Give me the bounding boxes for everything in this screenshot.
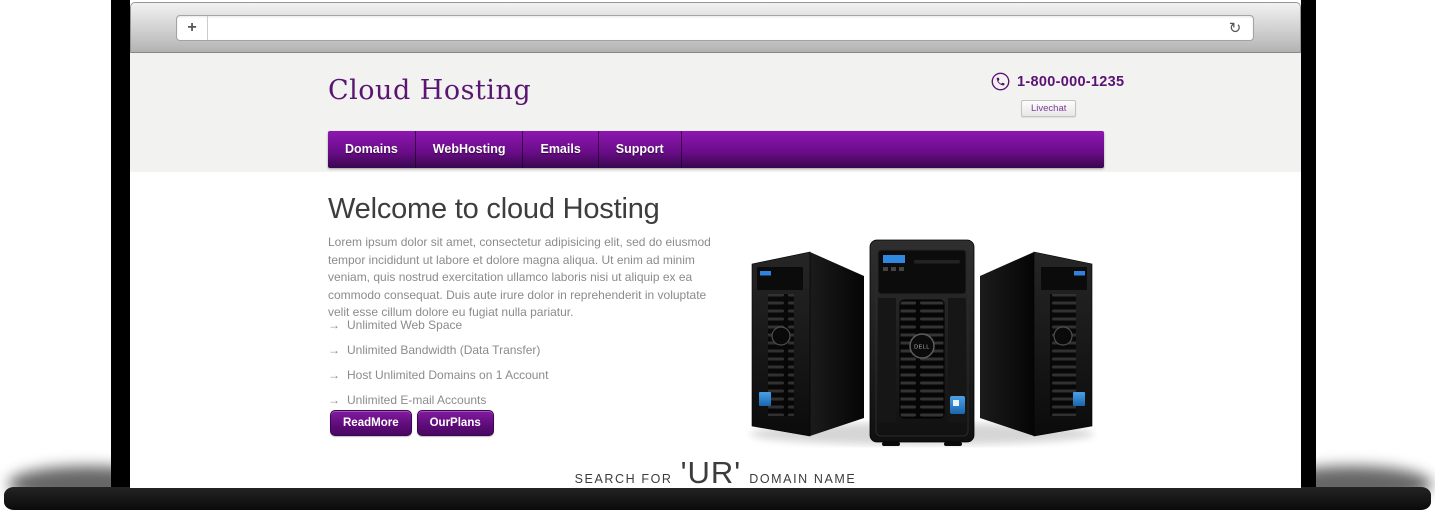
url-bar: + ↻	[176, 15, 1254, 41]
main-content: Welcome to cloud Hosting Lorem ipsum dol…	[130, 172, 1301, 488]
page-heading: Welcome to cloud Hosting	[328, 193, 660, 226]
new-tab-button[interactable]: +	[177, 16, 208, 40]
laptop-bezel-left	[111, 0, 130, 490]
feature-label: Unlimited Bandwidth (Data Transfer)	[347, 343, 540, 357]
search-prefix: SEARCH FOR	[575, 472, 673, 486]
refresh-button[interactable]: ↻	[1217, 16, 1253, 40]
screenshot-stage: + ↻ Cloud Hosting 1-800-000-1235	[0, 0, 1435, 510]
search-banner: SEARCH FOR 'UR' DOMAIN NAME	[130, 455, 1301, 491]
features-list: → Unlimited Web Space → Unlimited Bandwi…	[328, 318, 548, 418]
arrow-icon: →	[328, 368, 340, 382]
browser-window: + ↻ Cloud Hosting 1-800-000-1235	[130, 2, 1301, 488]
nav-item-emails[interactable]: Emails	[523, 131, 598, 168]
nav-item-domains[interactable]: Domains	[328, 131, 416, 168]
intro-paragraph: Lorem ipsum dolor sit amet, consectetur …	[328, 234, 720, 322]
phone-number: 1-800-000-1235	[1017, 74, 1124, 90]
arrow-icon: →	[328, 393, 340, 407]
feature-item: → Unlimited E-mail Accounts	[328, 393, 548, 407]
search-highlight: 'UR'	[681, 455, 742, 491]
arrow-icon: →	[328, 343, 340, 357]
feature-label: Unlimited E-mail Accounts	[347, 393, 486, 407]
arrow-icon: →	[328, 318, 340, 332]
feature-item: → Unlimited Bandwidth (Data Transfer)	[328, 343, 548, 357]
feature-item: → Host Unlimited Domains on 1 Account	[328, 368, 548, 382]
readmore-button[interactable]: ReadMore	[330, 410, 412, 436]
server-towers-illustration: DELL	[742, 236, 1102, 450]
laptop-bezel-right	[1301, 0, 1316, 490]
url-input[interactable]	[208, 16, 1217, 40]
feature-label: Host Unlimited Domains on 1 Account	[347, 368, 548, 382]
plus-icon: +	[187, 19, 196, 37]
ourplans-button[interactable]: OurPlans	[417, 410, 494, 436]
main-nav: Domains WebHosting Emails Support	[328, 131, 1104, 168]
cta-button-row: ReadMore OurPlans	[330, 410, 494, 436]
search-suffix: DOMAIN NAME	[749, 472, 856, 486]
phone-contact: 1-800-000-1235	[991, 72, 1124, 91]
site-logo[interactable]: Cloud Hosting	[328, 75, 531, 106]
refresh-icon: ↻	[1229, 19, 1242, 37]
feature-item: → Unlimited Web Space	[328, 318, 548, 332]
nav-item-support[interactable]: Support	[599, 131, 682, 168]
site-header: Cloud Hosting 1-800-000-1235 Livechat Do…	[130, 53, 1301, 172]
nav-item-webhosting[interactable]: WebHosting	[416, 131, 524, 168]
feature-label: Unlimited Web Space	[347, 318, 462, 332]
phone-icon	[991, 72, 1010, 91]
dell-logo-text: DELL	[914, 345, 930, 351]
livechat-button[interactable]: Livechat	[1021, 100, 1076, 117]
browser-toolbar: + ↻	[130, 2, 1301, 53]
